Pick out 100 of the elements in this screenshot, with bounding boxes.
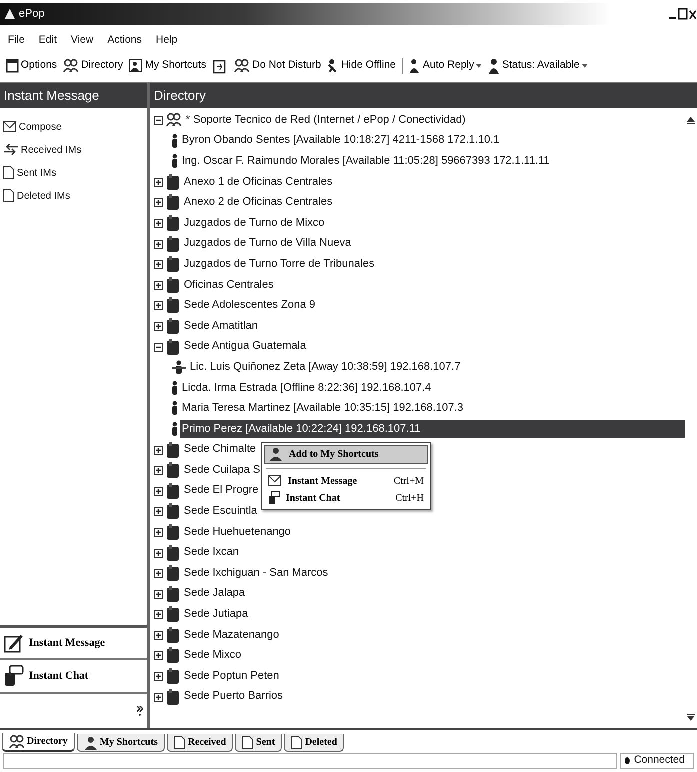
group-name[interactable]: * Soporte Tecnico de Red (Internet / ePop / Conectividad) [184, 110, 468, 130]
expand-icon[interactable] [154, 484, 164, 497]
menu-item[interactable]: Help [156, 33, 178, 49]
group-name[interactable]: Juzgados de Turno Torre de Tribunales [182, 254, 377, 274]
group-name[interactable]: Sede Ixcan [182, 543, 242, 562]
contact-name[interactable]: Ing. Oscar F. Raimundo Morales [Available 11:05:28] 59667393 172.1.11.11 [180, 152, 552, 170]
group-name[interactable]: Juzgados de Turno de Mixco [182, 214, 327, 232]
contact-card-icon [129, 58, 144, 73]
group-name[interactable]: Sede Mazatenango [182, 626, 282, 644]
window-title: ePop [19, 6, 45, 22]
person-icon [409, 58, 422, 73]
group-name[interactable]: Sede Cuilapa S [182, 460, 262, 480]
expand-icon[interactable] [154, 299, 164, 312]
expand-icon[interactable] [154, 649, 164, 662]
expand-icon[interactable] [154, 608, 164, 620]
scroll-up-icon[interactable] [687, 116, 695, 124]
toolbar-button[interactable]: Options [6, 58, 58, 74]
expand-icon[interactable] [154, 567, 164, 580]
menu-item[interactable]: View [71, 33, 94, 49]
sidebar-item[interactable]: Received IMs [0, 138, 147, 162]
folder-icon [166, 544, 180, 561]
group-name[interactable]: Sede Antigua Guatemala [182, 337, 308, 356]
group-name[interactable]: Sede Escuintla [182, 502, 260, 521]
toolbar-button[interactable]: Status: Available [488, 58, 588, 74]
folder-icon [166, 668, 180, 684]
expand-icon[interactable] [154, 505, 164, 518]
envelope-icon [268, 475, 282, 488]
tab[interactable]: Deleted [284, 734, 344, 752]
group-name[interactable]: Sede El Progre [182, 481, 261, 500]
expand-icon[interactable] [154, 588, 164, 600]
folder-icon [166, 318, 180, 334]
menu-item[interactable]: Edit [38, 33, 58, 49]
menu-item[interactable]: Actions [108, 33, 142, 49]
window-icon [6, 58, 19, 73]
folder-icon [166, 647, 180, 664]
group-name[interactable]: Anexo 2 de Oficinas Centrales [182, 193, 335, 212]
expand-icon[interactable] [154, 444, 164, 456]
group-name[interactable]: Anexo 1 de Oficinas Centrales [182, 172, 335, 192]
group-name[interactable]: Sede Amatitlan [182, 316, 260, 336]
folder-icon [166, 215, 180, 232]
folder-icon [166, 688, 180, 705]
people-icon [234, 58, 250, 73]
expand-icon[interactable] [154, 670, 164, 682]
tab[interactable]: My Shortcuts [76, 734, 165, 752]
contact-name[interactable]: Lic. Luis Quiñonez Zeta [Away 10:38:59] 192.168.107.7 [188, 358, 463, 376]
group-name[interactable]: Sede Adolescentes Zona 9 [182, 296, 318, 315]
compose-icon [4, 633, 24, 653]
folder-icon [166, 626, 180, 643]
menu-item[interactable]: Add to My Shortcuts [264, 444, 428, 464]
group-name[interactable]: Oficinas Centrales [182, 276, 276, 294]
menu-item[interactable]: File [8, 33, 25, 49]
expand-icon[interactable] [154, 278, 164, 291]
group-name[interactable]: Sede Jalapa [182, 584, 248, 603]
group-name[interactable]: Sede Huehuetenango [182, 522, 294, 542]
toolbar-button[interactable]: My Shortcuts [129, 58, 206, 74]
folder-icon [166, 256, 180, 272]
close-icon[interactable] [689, 8, 697, 20]
toolbar-button[interactable]: Directory [63, 58, 124, 74]
expand-icon[interactable] [154, 320, 164, 332]
group-name[interactable]: Juzgados de Turno de Villa Nueva [182, 234, 354, 253]
expand-icon[interactable] [154, 690, 164, 703]
chat-icon [268, 491, 280, 506]
group-name[interactable]: Sede Poptun Peten [182, 666, 282, 686]
tab[interactable]: Directory [2, 733, 75, 752]
sidebar-item[interactable]: Deleted IMs [0, 184, 147, 208]
scroll-down-icon[interactable] [687, 714, 695, 722]
tab[interactable]: Sent [235, 734, 282, 752]
expand-icon[interactable] [154, 628, 164, 641]
app-icon [4, 8, 16, 20]
toolbar-button[interactable]: Do Not Disturb [234, 58, 322, 74]
tab[interactable]: Received [166, 734, 234, 752]
maximize-icon[interactable] [678, 8, 688, 20]
contact-name[interactable]: Byron Obando Sentes [Available 10:18:27] 4211-1568 172.1.10.1 [180, 131, 502, 150]
contact-name[interactable]: Maria Teresa Martinez [Available 10:35:15] 192.168.107.3 [180, 399, 466, 418]
group-name[interactable]: Sede Jutiapa [182, 605, 250, 624]
collapse-icon[interactable] [154, 114, 164, 126]
folder-icon [166, 297, 180, 314]
toolbar-button[interactable]: Hide Offline [327, 58, 396, 74]
sidebar-item[interactable]: Sent IMs [0, 162, 147, 185]
expand-icon[interactable] [154, 196, 164, 208]
contact-card-icon [84, 736, 98, 750]
group-name[interactable]: Sede Ixchiguan - San Marcos [182, 564, 330, 582]
group-name[interactable]: Sede Chimalte [182, 440, 258, 459]
sidebar-item[interactable]: Compose [0, 116, 147, 139]
contact-name[interactable]: Primo Perez [Available 10:22:24] 192.168.107.11 [180, 420, 685, 438]
expand-icon[interactable] [154, 526, 164, 538]
contact-name[interactable]: Licda. Irma Estrada [Offline 8:22:36] 192.168.107.4 [180, 378, 434, 398]
expand-icon[interactable] [154, 464, 164, 476]
group-name[interactable]: Sede Puerto Barrios [182, 687, 286, 706]
expand-icon[interactable] [154, 258, 164, 270]
folder-icon [166, 194, 180, 210]
collapse-icon[interactable] [154, 340, 164, 353]
expand-icon[interactable] [154, 546, 164, 559]
expand-icon[interactable] [154, 176, 164, 188]
group-name[interactable]: Sede Mixco [182, 646, 244, 665]
expand-icon[interactable] [154, 238, 164, 250]
expand-icon[interactable] [154, 217, 164, 230]
export-icon[interactable] [212, 58, 228, 74]
chevron-icon[interactable] [137, 706, 143, 716]
toolbar-button[interactable]: Auto Reply [409, 58, 482, 74]
